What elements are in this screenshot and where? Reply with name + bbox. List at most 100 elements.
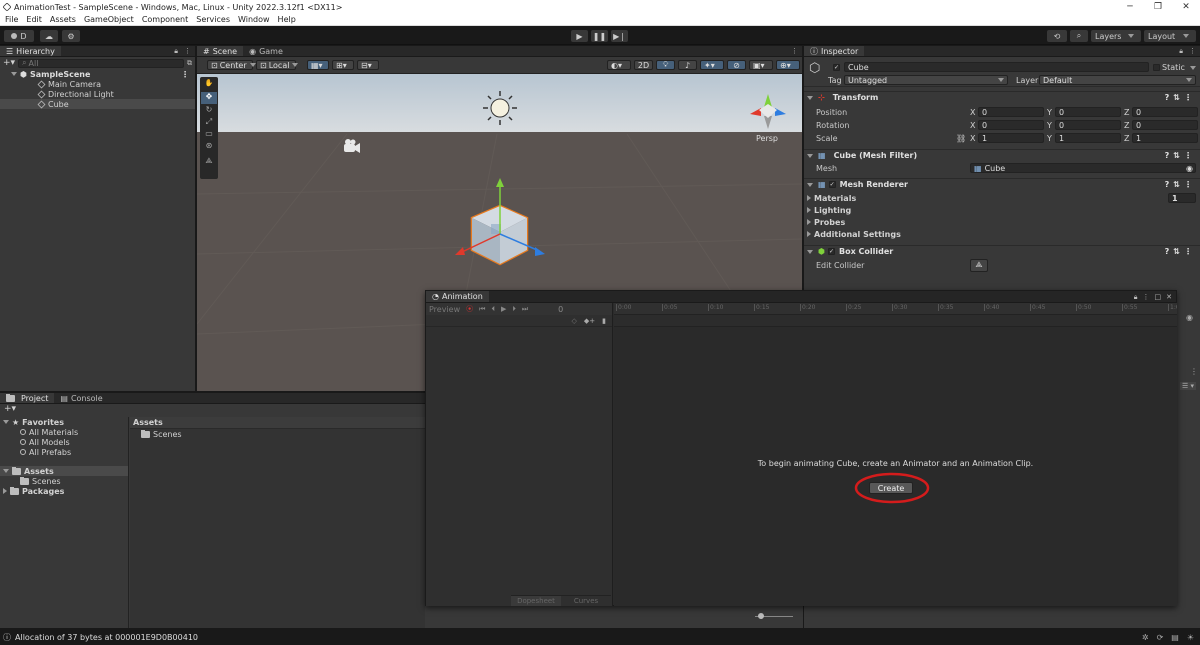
timeline-scrollbar[interactable] [1168,315,1174,605]
animation-timeline[interactable]: 0:00 0:05 0:10 0:15 0:20 0:25 0:30 0:35 0:40 0:45… [614,303,1177,606]
play-icon[interactable]: ▶ [501,305,506,313]
maximize-icon[interactable]: □ [1155,291,1162,302]
edit-collider-button[interactable]: ⟁ [970,258,988,272]
progress-icon[interactable]: ⟳ [1157,633,1164,642]
mesh-renderer-header[interactable]: ▦ ✓ Mesh Renderer ?⇅⋮ [804,178,1200,190]
position-y-field[interactable]: 0 [1055,107,1121,117]
favorite-item[interactable]: All Models [0,437,128,447]
object-name-field[interactable]: Cube [844,62,1149,72]
more-menu-icon[interactable]: ⋮ [1189,46,1196,56]
layers-dropdown[interactable]: Layers [1091,30,1141,42]
chevron-down-icon[interactable] [1190,66,1196,70]
scene-root[interactable]: ⬢ SampleScene ⋮ [0,69,195,79]
prev-keyframe-icon[interactable]: ⏴ [491,305,495,314]
filter-icon[interactable]: ◇ [572,317,577,325]
layout-dropdown[interactable]: Layout [1144,30,1196,42]
frame-field[interactable]: 0 [558,305,563,314]
space-dropdown[interactable]: ⊡ Local [256,60,299,70]
pause-button[interactable]: ❚❚ [591,30,608,42]
search-icon[interactable]: ⌕ [1070,30,1088,42]
menu-edit[interactable]: Edit [26,15,42,24]
tab-project[interactable]: Project [0,393,55,403]
tab-curves[interactable]: Curves [561,596,611,606]
status-message[interactable]: Allocation of 37 bytes at 000001E9D0B004… [15,633,198,642]
component-actions-icon[interactable]: ?⇅⋮ [1165,93,1196,102]
next-keyframe-icon[interactable]: ⏵ [512,305,516,314]
maximize-button[interactable]: ❐ [1144,0,1172,14]
event-track[interactable] [614,315,1177,327]
menu-assets[interactable]: Assets [50,15,76,24]
breadcrumb[interactable]: Assets [130,417,425,429]
move-tool-icon[interactable]: ✥ [201,92,217,104]
menu-help[interactable]: Help [278,15,296,24]
lock-icon[interactable]: 🔒︎ [174,46,178,56]
layer-dropdown[interactable]: Default [1039,75,1196,85]
step-button[interactable]: ▶❘ [611,30,628,42]
assets-child[interactable]: Scenes [0,476,128,486]
tag-dropdown[interactable]: Untagged [844,75,1008,85]
last-keyframe-icon[interactable]: ⏭ [522,305,528,314]
zoom-slider-handle[interactable] [758,613,764,619]
minimize-button[interactable]: ─ [1116,0,1144,14]
tab-game[interactable]: ◉ Game [243,46,289,56]
position-x-field[interactable]: 0 [978,107,1044,117]
object-picker-icon[interactable]: ◉ [1186,313,1193,322]
menu-window[interactable]: Window [238,15,270,24]
rect-tool-icon[interactable]: ▭ [200,129,218,141]
object-picker-icon[interactable]: ◉ [1186,164,1193,173]
more-menu-icon[interactable]: ⋮ [184,46,191,56]
rotation-y-field[interactable]: 0 [1055,120,1121,130]
timeline-ruler[interactable]: 0:00 0:05 0:10 0:15 0:20 0:25 0:30 0:35 0:40 0:45… [614,303,1177,315]
mesh-field[interactable]: ▦ Cube ◉ [970,163,1196,173]
lighting-toggle-icon[interactable]: 💡︎ [656,60,675,70]
materials-count-field[interactable]: 1 [1168,193,1196,203]
transform-tool-icon[interactable]: ⊛ [200,141,218,153]
assets-row[interactable]: Assets [0,466,128,476]
rotate-tool-icon[interactable]: ↻ [200,105,218,117]
lighting-bake-icon[interactable]: ☀ [1187,633,1194,642]
materials-row[interactable]: Materials 1 [804,192,1200,204]
collab-icon[interactable]: ⚙ [62,30,80,42]
account-dropdown[interactable]: D [4,30,34,42]
list-dropdown[interactable]: ☰ ▾ [1180,382,1197,390]
lock-icon[interactable]: 🔒︎ [1179,46,1183,56]
close-window-button[interactable]: ✕ [1172,0,1200,14]
hierarchy-item[interactable]: Directional Light [0,89,195,99]
menu-file[interactable]: File [5,15,18,24]
add-icon[interactable]: +▾ [3,58,15,68]
lock-icon[interactable]: 🔒︎ [1134,291,1138,302]
probes-row[interactable]: Probes [804,216,1200,228]
toggle-2d-button[interactable]: 2D [634,60,653,70]
active-checkbox[interactable]: ✓ [833,64,840,71]
project-add-button[interactable]: +▾ [0,404,425,416]
position-z-field[interactable]: 0 [1132,107,1198,117]
effects-dropdown[interactable]: ✦▾ [700,60,724,70]
more-menu-icon[interactable]: ⋮ [1190,367,1198,376]
add-keyframe-icon[interactable]: ◆+ [584,317,595,325]
more-menu-icon[interactable]: ⋮ [1143,291,1150,302]
component-actions-icon[interactable]: ?⇅⋮ [1165,180,1196,189]
increment-snap-button[interactable]: ⊞▾ [332,60,354,70]
rotation-z-field[interactable]: 0 [1132,120,1198,130]
camera-settings-dropdown[interactable]: ▣▾ [749,60,773,70]
file-item[interactable]: Scenes [130,429,425,439]
more-menu-icon[interactable]: ⋮ [791,46,798,56]
rotation-x-field[interactable]: 0 [978,120,1044,130]
menu-gameobject[interactable]: GameObject [84,15,134,24]
history-icon[interactable]: ⟲ [1047,30,1067,42]
add-event-icon[interactable]: ▮ [602,317,606,325]
custom-tool-icon[interactable]: ⟁ [200,156,218,168]
scale-tool-icon[interactable]: ⤢ [200,117,218,129]
tab-console[interactable]: ▤ Console [54,393,108,403]
link-icon[interactable]: ⛓ [956,134,966,143]
hidden-objects-icon[interactable]: ⊘ [727,60,746,70]
tab-hierarchy[interactable]: ☰ Hierarchy [0,46,61,56]
mesh-renderer-enabled-checkbox[interactable]: ✓ [828,181,836,188]
first-keyframe-icon[interactable]: ⏮ [479,305,485,314]
cache-icon[interactable]: ▤ [1171,633,1179,642]
hierarchy-search-input[interactable]: ⌕ All [18,58,184,68]
component-actions-icon[interactable]: ?⇅⋮ [1165,247,1196,256]
tab-scene[interactable]: # Scene [197,46,244,56]
hierarchy-item[interactable]: Main Camera [0,79,195,89]
grid-snap-button[interactable]: ▦▾ [307,60,329,70]
